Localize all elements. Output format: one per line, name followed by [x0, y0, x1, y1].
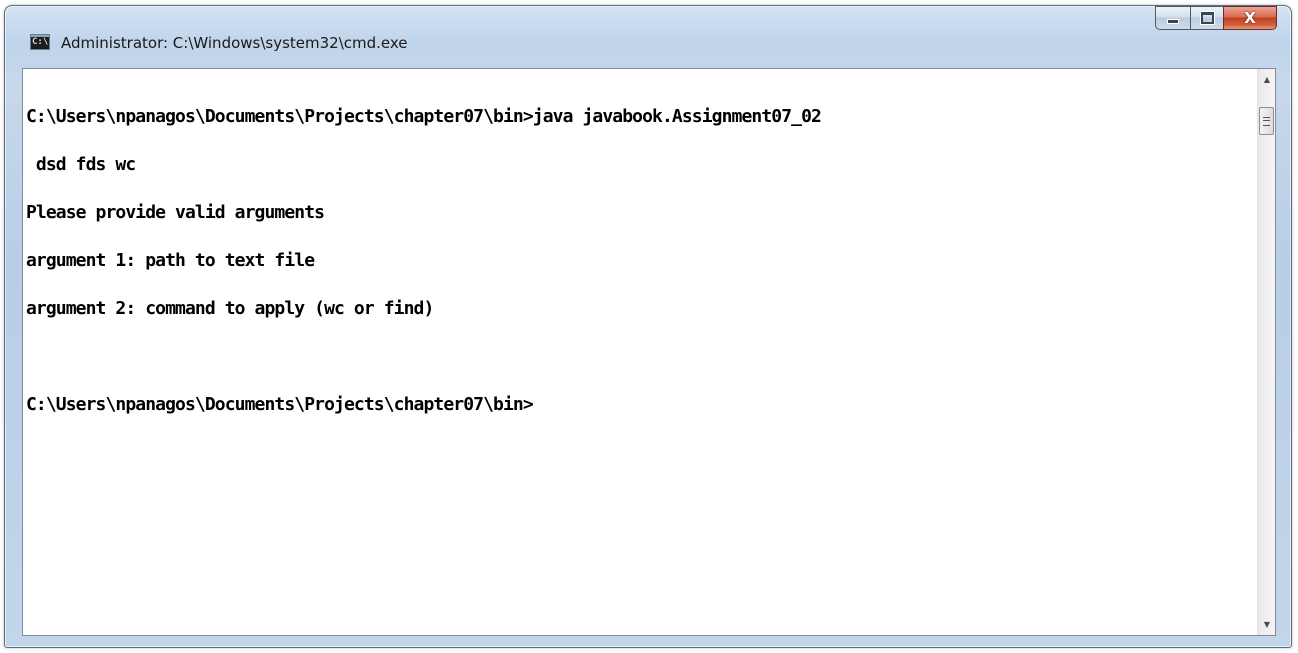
close-button[interactable]: X — [1223, 6, 1277, 30]
vertical-scrollbar[interactable]: ▲ ▼ — [1257, 69, 1275, 635]
scroll-down-arrow-icon[interactable]: ▼ — [1259, 616, 1275, 633]
title-bar[interactable]: C:\ Administrator: C:\Windows\system32\c… — [5, 6, 1291, 66]
console-line: dsd fds wc — [26, 154, 136, 175]
console-area[interactable]: C:\Users\npanagos\Documents\Projects\cha… — [22, 68, 1276, 636]
minimize-button[interactable] — [1155, 6, 1190, 30]
console-output[interactable]: C:\Users\npanagos\Documents\Projects\cha… — [23, 69, 1257, 635]
cmd-console-icon[interactable]: C:\ — [30, 34, 50, 50]
console-line: Please provide valid arguments — [26, 202, 325, 223]
caption-buttons: X — [1155, 6, 1277, 31]
maximize-icon — [1200, 12, 1214, 24]
console-line: C:\Users\npanagos\Documents\Projects\cha… — [26, 394, 534, 415]
console-line: C:\Users\npanagos\Documents\Projects\cha… — [26, 106, 822, 127]
console-line: argument 1: path to text file — [26, 250, 315, 271]
console-window: C:\ Administrator: C:\Windows\system32\c… — [4, 5, 1292, 648]
window-title: Administrator: C:\Windows\system32\cmd.e… — [61, 34, 408, 52]
scrollbar-thumb[interactable] — [1259, 107, 1274, 135]
minimize-icon — [1167, 19, 1179, 24]
grip-icon — [1263, 116, 1270, 126]
close-icon: X — [1244, 8, 1256, 27]
scroll-up-arrow-icon[interactable]: ▲ — [1259, 71, 1275, 88]
console-line: argument 2: command to apply (wc or find… — [26, 298, 434, 319]
maximize-button[interactable] — [1190, 6, 1223, 30]
